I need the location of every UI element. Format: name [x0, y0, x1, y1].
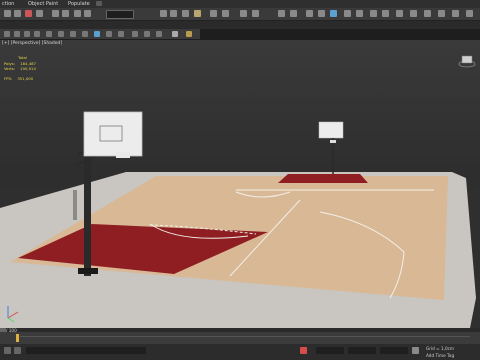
- toolbar-icon-g[interactable]: [330, 10, 337, 17]
- render-icon[interactable]: [210, 10, 217, 17]
- near-hoop-counterweight: [73, 190, 77, 220]
- script-mini-icon[interactable]: [14, 347, 21, 354]
- polys-value: 184,487: [20, 60, 36, 66]
- toolbar-icon-c[interactable]: [278, 10, 285, 17]
- current-frame-marker: [16, 334, 19, 342]
- toolbar-icon-n[interactable]: [424, 10, 431, 17]
- track-bar-ruler: [20, 336, 470, 337]
- fps-label: FPS:: [4, 75, 13, 81]
- toolbar-icon-q[interactable]: [466, 10, 473, 17]
- lock-selection-icon[interactable]: [300, 347, 307, 354]
- prompt-line[interactable]: [26, 347, 146, 354]
- toolbar-icon-d[interactable]: [290, 10, 297, 17]
- toolbar-icon-p[interactable]: [452, 10, 459, 17]
- maxscript-listener-icon[interactable]: [4, 347, 11, 354]
- layer-icon[interactable]: [84, 10, 91, 17]
- verts-label: Verts:: [4, 66, 15, 71]
- grid-size-text: Grid = 1,0cm: [426, 346, 454, 351]
- toolbar-icon-h[interactable]: [344, 10, 351, 17]
- scene-tool-icon-10[interactable]: [106, 31, 112, 37]
- far-paint-area: [278, 174, 368, 183]
- scene-statistics: Total Polys: 184,487 Verts: 100,914 FPS:…: [4, 55, 36, 81]
- scene-tool-icon-16[interactable]: [186, 31, 192, 37]
- verts-value: 100,914: [20, 66, 36, 71]
- near-hoop-pole: [84, 148, 91, 276]
- mirror-icon[interactable]: [62, 10, 69, 17]
- scene-tool-icon-6[interactable]: [58, 31, 64, 37]
- toolbar-icon-a[interactable]: [240, 10, 247, 17]
- near-hoop-base: [78, 268, 98, 274]
- selection-set-dropdown[interactable]: [106, 10, 134, 19]
- toolbar-icon-o[interactable]: [438, 10, 445, 17]
- perspective-viewport[interactable]: [0, 40, 480, 328]
- scene-toolbar: [0, 29, 200, 39]
- toolbar-icon-i[interactable]: [356, 10, 363, 17]
- scene-tool-icon-12[interactable]: [132, 31, 138, 37]
- snap-icon[interactable]: [4, 10, 11, 17]
- add-time-tag-button[interactable]: Add Time Tag: [426, 353, 454, 358]
- schematic-view-icon[interactable]: [160, 10, 167, 17]
- percent-snap-icon[interactable]: [25, 10, 32, 17]
- main-toolbar: [0, 8, 480, 21]
- menu-item-populate[interactable]: Populate: [68, 0, 90, 8]
- toolbar-icon-f[interactable]: [318, 10, 325, 17]
- fps-value: 351,000: [17, 75, 34, 81]
- angle-snap-icon[interactable]: [14, 10, 21, 17]
- menu-item-object-paint[interactable]: Object Paint: [28, 0, 58, 8]
- align-icon[interactable]: [74, 10, 81, 17]
- scene-tool-icon-7[interactable]: [70, 31, 76, 37]
- polys-label: Polys:: [4, 60, 16, 66]
- near-net: [116, 152, 130, 158]
- scene-tool-icon-3[interactable]: [24, 31, 30, 37]
- toolbar-icon-m[interactable]: [410, 10, 417, 17]
- menu-bar: ction Object Paint Populate: [0, 0, 480, 8]
- far-backboard: [318, 121, 344, 139]
- viewport-label[interactable]: [+] [Perspective] [Shaded]: [2, 41, 62, 46]
- material-editor-icon[interactable]: [170, 10, 177, 17]
- status-bar: Grid = 1,0cm Add Time Tag: [0, 344, 480, 360]
- named-selection-icon[interactable]: [52, 10, 59, 17]
- ribbon-strip: [0, 21, 480, 29]
- workspace-icon[interactable]: [96, 1, 102, 6]
- scene-tool-icon-1[interactable]: [4, 31, 10, 37]
- scene-tool-icon-14[interactable]: [156, 31, 162, 37]
- menu-item-action[interactable]: ction: [2, 0, 14, 8]
- toolbar-icon-l[interactable]: [396, 10, 403, 17]
- scene-tool-icon-15[interactable]: [172, 31, 178, 37]
- stats-fps-row: FPS: 351,000: [4, 76, 36, 82]
- toolbar-icon-j[interactable]: [370, 10, 377, 17]
- scene-tool-icon-9[interactable]: [94, 31, 100, 37]
- track-bar[interactable]: [0, 332, 480, 344]
- scene-tool-icon-8[interactable]: [82, 31, 88, 37]
- adaptive-degradation-icon[interactable]: [412, 347, 419, 354]
- scene-tool-icon-4[interactable]: [34, 31, 40, 37]
- far-net: [330, 140, 336, 143]
- spinner-snap-icon[interactable]: [36, 10, 43, 17]
- toolbar-icon-b[interactable]: [252, 10, 259, 17]
- scene-tool-icon-2[interactable]: [14, 31, 20, 37]
- render-setup-icon[interactable]: [182, 10, 189, 17]
- rendered-frame-icon[interactable]: [194, 10, 201, 17]
- toolbar-icon-k[interactable]: [382, 10, 389, 17]
- toolbar-icon-e[interactable]: [306, 10, 313, 17]
- z-coordinate-field[interactable]: [380, 347, 408, 354]
- scene-tool-icon-11[interactable]: [118, 31, 124, 37]
- near-backboard: [83, 111, 143, 157]
- scene-tool-icon-13[interactable]: [144, 31, 150, 37]
- curve-editor-icon[interactable]: [222, 10, 229, 17]
- scene-tool-icon-5[interactable]: [46, 31, 52, 37]
- stats-verts-row: Verts: 100,914: [4, 66, 36, 72]
- viewcube-icon[interactable]: [458, 52, 476, 70]
- y-coordinate-field[interactable]: [348, 347, 376, 354]
- x-coordinate-field[interactable]: [316, 347, 344, 354]
